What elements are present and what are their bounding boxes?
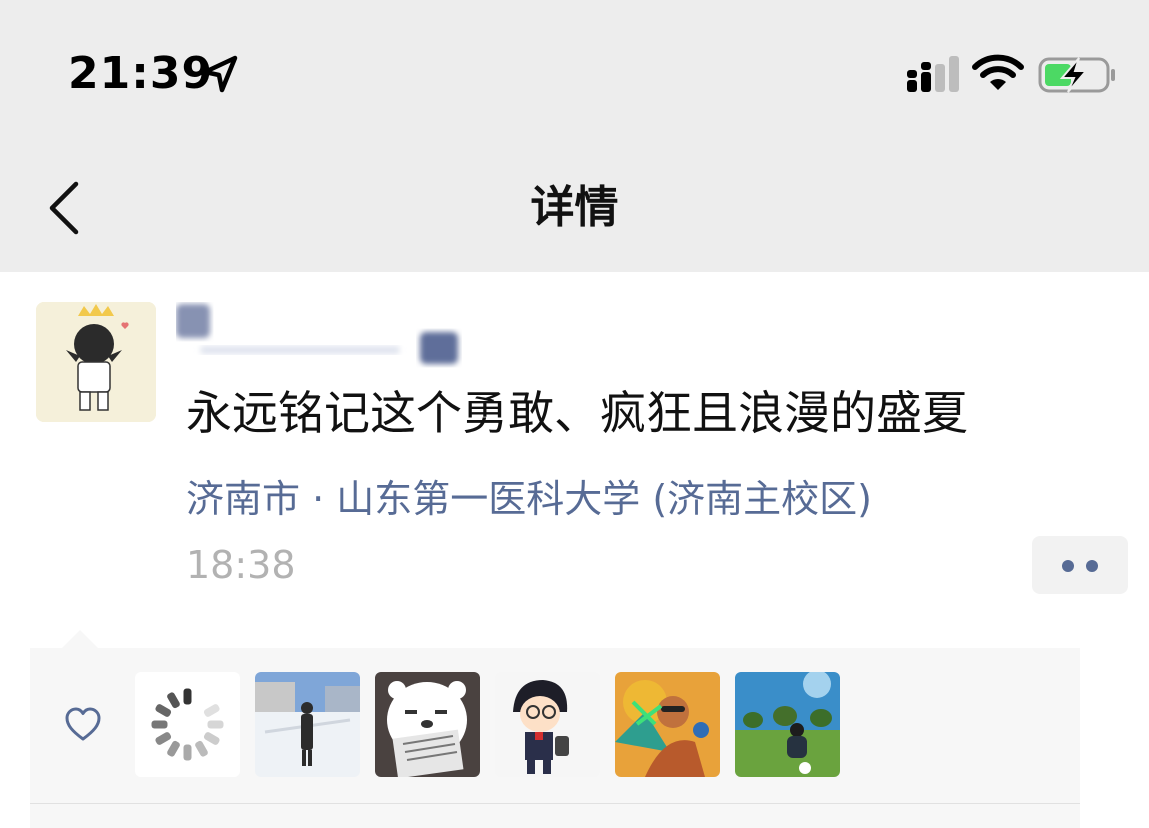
cellular-signal-icon	[907, 56, 959, 92]
loading-spinner-icon	[151, 688, 224, 761]
comments-area	[30, 804, 1080, 828]
page-title: 详情	[530, 182, 619, 233]
likes-panel-arrow	[62, 630, 98, 648]
liker-avatar-loading[interactable]	[135, 672, 240, 777]
post-location-link[interactable]: 济南市 · 山东第一医科大学 (济南主校区)	[186, 474, 872, 524]
liker-avatar-colorful-portrait[interactable]	[615, 672, 720, 777]
author-avatar[interactable]	[36, 302, 156, 422]
liker-avatar-field[interactable]	[735, 672, 840, 777]
more-dots-icon	[1062, 560, 1074, 572]
wifi-icon	[972, 54, 1024, 90]
more-dots-icon-second	[1086, 560, 1098, 572]
location-arrow-icon	[202, 55, 238, 93]
author-name-redacted[interactable]	[176, 302, 466, 368]
post-timestamp: 18:38	[186, 543, 296, 587]
liker-avatar-polar-bear[interactable]	[375, 672, 480, 777]
more-actions-button[interactable]	[1032, 536, 1128, 594]
liker-avatar-cartoon-boy[interactable]	[495, 672, 600, 777]
status-time: 21:39	[68, 48, 214, 99]
heart-outline-icon	[65, 707, 101, 741]
post-text: 永远铭记这个勇敢、疯狂且浪漫的盛夏	[186, 386, 968, 440]
liker-avatar-snow[interactable]	[255, 672, 360, 777]
battery-charging-icon	[1038, 57, 1115, 93]
